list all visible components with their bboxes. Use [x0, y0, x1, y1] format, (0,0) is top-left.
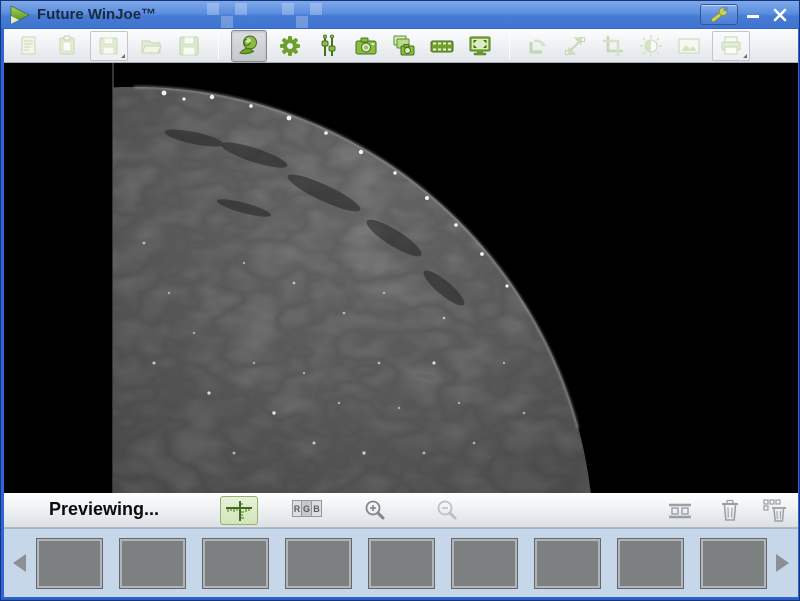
print-icon [718, 33, 744, 59]
thumbnail-placeholder[interactable] [451, 538, 518, 589]
delete-all-icon [762, 498, 788, 523]
zoom-out-icon [434, 498, 460, 524]
close-icon [773, 8, 787, 22]
burst-capture-icon [391, 33, 417, 59]
camera-snapshot-icon [353, 33, 379, 59]
save-button[interactable] [174, 31, 204, 61]
brightness-contrast-icon [638, 33, 664, 59]
rgb-letter-b: B [312, 500, 322, 517]
delete-trash-icon [719, 498, 741, 523]
zoom-out-button[interactable] [433, 497, 461, 525]
video-record-icon [429, 33, 455, 59]
rotate-icon [524, 33, 550, 59]
zoom-in-button[interactable] [361, 497, 389, 525]
main-toolbar [4, 29, 798, 63]
titlebar-decoration [310, 3, 322, 15]
toolbar-separator [509, 33, 510, 59]
status-bar: Previewing... R G B [4, 493, 798, 528]
filmstrip-prev-arrow[interactable] [13, 554, 26, 572]
rgb-letter-r: R [292, 500, 302, 517]
dropdown-caret-icon [743, 54, 747, 58]
save-as-dropdown-button[interactable] [90, 31, 128, 61]
print-dropdown-button[interactable] [712, 31, 750, 61]
minimize-button[interactable] [741, 4, 764, 25]
title-bar: Future WinJoe™ [1, 1, 799, 28]
new-document-button[interactable] [14, 31, 44, 61]
delete-button[interactable] [718, 497, 742, 524]
moon-preview-image [4, 63, 798, 493]
resize-icon [562, 33, 588, 59]
thumbnail-placeholder[interactable] [285, 538, 352, 589]
status-label: Previewing... [49, 499, 159, 520]
paste-button[interactable] [52, 31, 82, 61]
window-title: Future WinJoe™ [37, 1, 156, 28]
delete-all-button[interactable] [761, 497, 788, 524]
app-logo-icon [7, 3, 33, 27]
tools-button[interactable] [700, 4, 738, 25]
fullscreen-button[interactable] [465, 31, 495, 61]
adjustments-button[interactable] [313, 31, 343, 61]
rotate-button[interactable] [522, 31, 552, 61]
thumbnail-placeholder[interactable] [617, 538, 684, 589]
close-button[interactable] [765, 4, 795, 25]
ruler-crosshair-icon [224, 499, 254, 523]
titlebar-decoration [235, 3, 247, 15]
filmstrip-next-arrow[interactable] [776, 554, 789, 572]
webcam-icon [236, 33, 262, 59]
resize-button[interactable] [560, 31, 590, 61]
crop-icon [600, 33, 626, 59]
webcam-preview-button[interactable] [231, 30, 267, 62]
zoom-in-icon [362, 498, 388, 524]
filmstrip-toggle-icon [666, 500, 694, 522]
thumbnail-placeholder[interactable] [202, 538, 269, 589]
titlebar-decoration [282, 3, 294, 15]
new-document-icon [16, 33, 42, 59]
titlebar-decoration [207, 3, 219, 15]
snapshot-button[interactable] [351, 31, 381, 61]
rgb-letter-g: G [302, 500, 312, 517]
thumbnail-placeholder[interactable] [119, 538, 186, 589]
open-folder-icon [138, 33, 164, 59]
brightness-button[interactable] [636, 31, 666, 61]
adjustments-sliders-icon [315, 33, 341, 59]
settings-gear-icon [277, 33, 303, 59]
toolbar-separator [218, 33, 219, 59]
ruler-overlay-button[interactable] [220, 496, 258, 525]
thumbnail-placeholder[interactable] [368, 538, 435, 589]
save-as-icon [96, 33, 122, 59]
titlebar-decoration [296, 16, 308, 28]
settings-button[interactable] [275, 31, 305, 61]
thumbnail-placeholder[interactable] [700, 538, 767, 589]
save-icon [176, 33, 202, 59]
thumbnail-strip [36, 538, 767, 589]
titlebar-decoration [221, 16, 233, 28]
wrench-icon [708, 6, 730, 23]
filmstrip-toggle-button[interactable] [666, 500, 694, 522]
picture-button[interactable] [674, 31, 704, 61]
live-preview-area [4, 63, 798, 493]
fullscreen-monitor-icon [467, 33, 493, 59]
crop-button[interactable] [598, 31, 628, 61]
minimize-icon [747, 15, 759, 18]
filmstrip-bar [4, 528, 798, 597]
window-bottom-border [1, 597, 799, 601]
video-record-button[interactable] [427, 31, 457, 61]
burst-capture-button[interactable] [389, 31, 419, 61]
app-window: Future WinJoe™ [0, 0, 800, 601]
thumbnail-placeholder[interactable] [534, 538, 601, 589]
thumbnail-placeholder[interactable] [36, 538, 103, 589]
dropdown-caret-icon [121, 54, 125, 58]
open-file-button[interactable] [136, 31, 166, 61]
picture-icon [676, 33, 702, 59]
rgb-histogram-button[interactable]: R G B [292, 500, 322, 517]
clipboard-icon [54, 33, 80, 59]
